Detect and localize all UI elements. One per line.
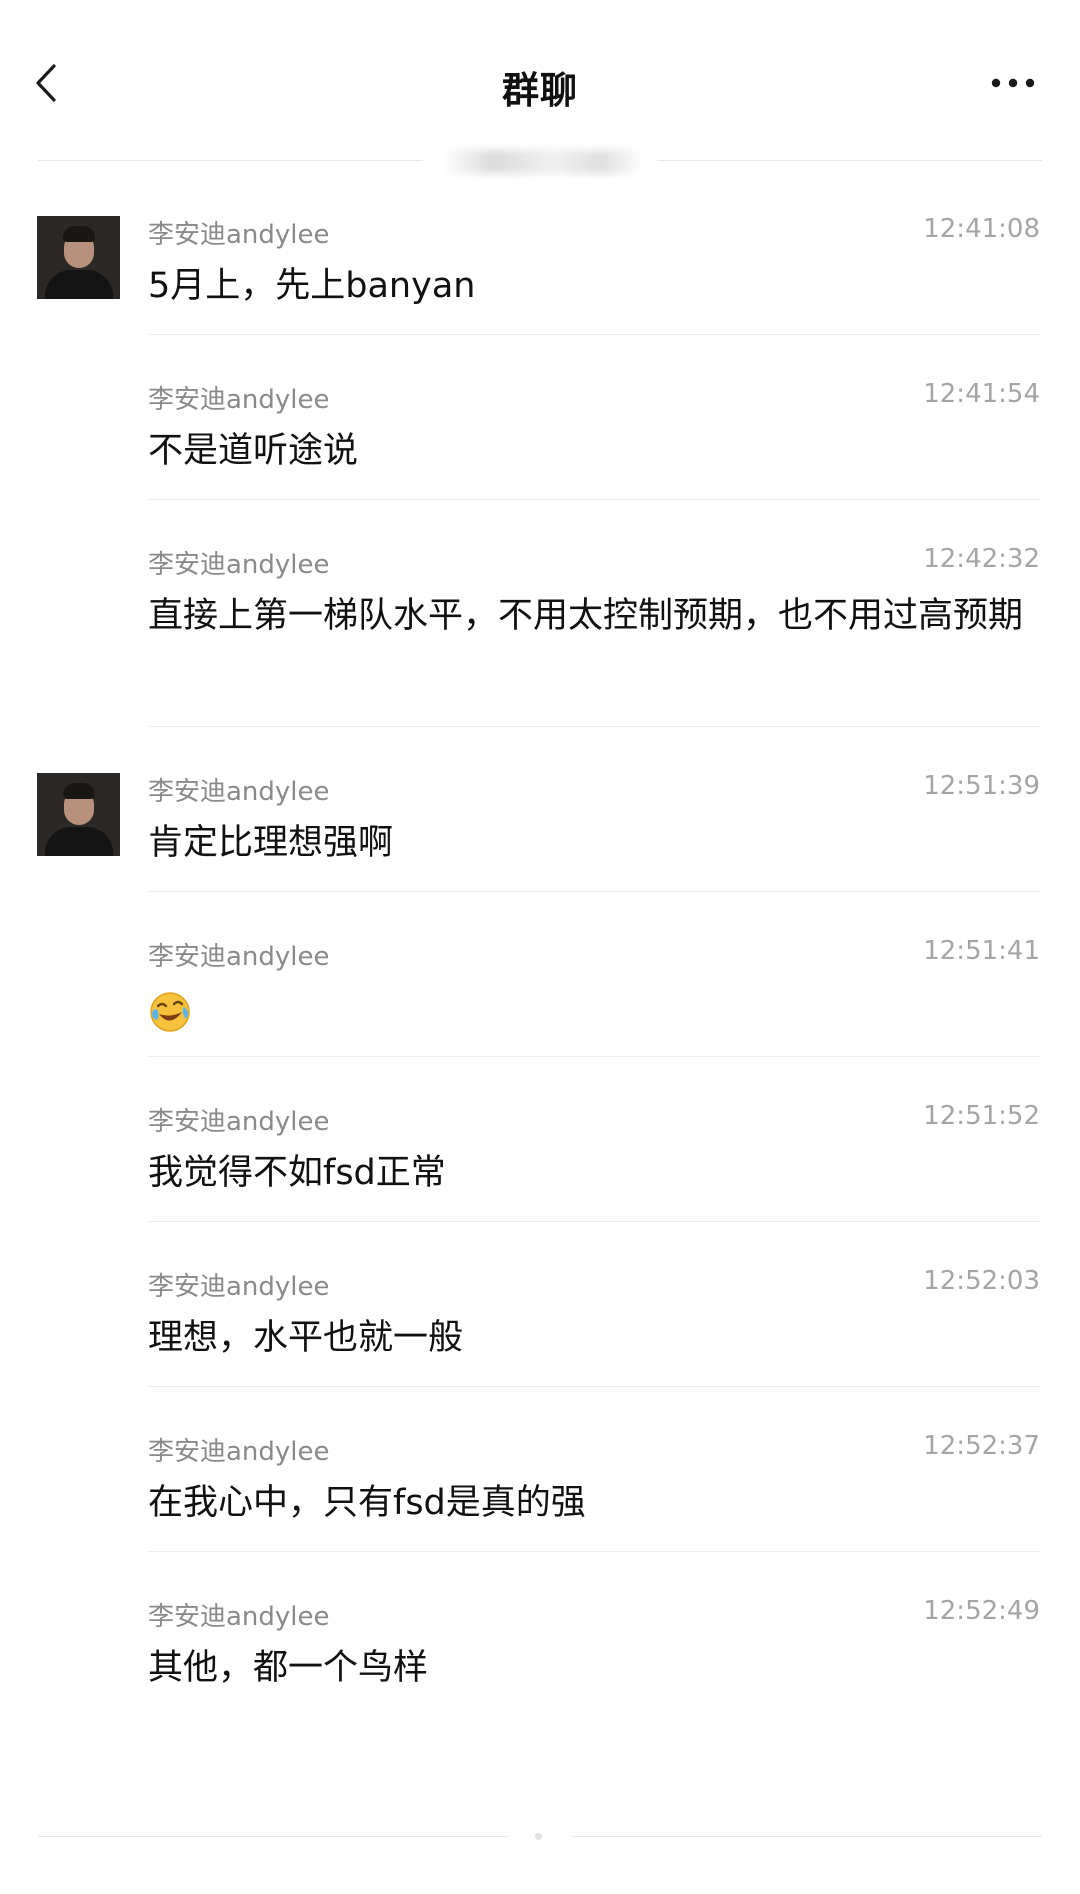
divider-line-left <box>38 1836 508 1837</box>
sender-name[interactable]: 李安迪andylee <box>148 1266 330 1303</box>
avatar[interactable] <box>37 773 120 856</box>
sender-name[interactable]: 李安迪andylee <box>148 379 330 416</box>
message-item[interactable]: 李安迪andylee 12:52:37 在我心中，只有fsd是真的强 <box>0 1387 1080 1551</box>
message-list[interactable]: 李安迪andylee 12:41:08 5月上，先上banyan 李安迪andy… <box>0 210 1080 1716</box>
divider-line-right <box>657 160 1042 161</box>
sender-name[interactable]: 李安迪andylee <box>148 1431 330 1468</box>
message-item[interactable]: 李安迪andylee 12:41:54 不是道听途说 <box>0 335 1080 499</box>
message-item[interactable]: 李安迪andylee 12:41:08 5月上，先上banyan <box>0 210 1080 334</box>
message-text: 肯定比理想强啊 <box>148 823 394 863</box>
more-options-button[interactable] <box>988 68 1038 98</box>
top-bar: 群聊 <box>0 0 1080 160</box>
message-item[interactable]: 李安迪andylee 12:51:39 肯定比理想强啊 <box>0 727 1080 891</box>
divider-line-left <box>38 160 423 161</box>
message-text <box>148 980 1040 1034</box>
message-time: 12:52:49 <box>923 1596 1040 1626</box>
more-horizontal-icon <box>991 78 1035 88</box>
message-time: 12:41:54 <box>923 379 1040 409</box>
message-item[interactable]: 李安迪andylee 12:42:32 直接上第一梯队水平，不用太控制预期，也不… <box>0 500 1080 726</box>
message-text: 5月上，先上banyan <box>148 266 476 306</box>
sender-name[interactable]: 李安迪andylee <box>148 936 330 973</box>
sender-name[interactable]: 李安迪andylee <box>148 771 330 808</box>
message-text: 直接上第一梯队水平，不用太控制预期，也不用过高预期 <box>148 596 1024 636</box>
sender-name[interactable]: 李安迪andylee <box>148 1596 330 1633</box>
message-time: 12:51:41 <box>923 936 1040 966</box>
message-item[interactable]: 李安迪andylee 12:51:41 <box>0 892 1080 1056</box>
footer-divider <box>38 1833 1042 1840</box>
message-text: 在我心中，只有fsd是真的强 <box>148 1483 586 1523</box>
sender-name[interactable]: 李安迪andylee <box>148 544 330 581</box>
laughing-tears-emoji-icon <box>150 992 190 1032</box>
message-item[interactable]: 李安迪andylee 12:52:49 其他，都一个鸟样 <box>0 1552 1080 1716</box>
message-text: 不是道听途说 <box>148 431 359 471</box>
avatar[interactable] <box>37 216 120 299</box>
divider-dot <box>535 1833 542 1840</box>
message-text: 其他，都一个鸟样 <box>148 1648 429 1688</box>
message-text: 我觉得不如fsd正常 <box>148 1153 446 1193</box>
message-text: 理想，水平也就一般 <box>148 1318 464 1358</box>
message-item[interactable]: 李安迪andylee 12:51:52 我觉得不如fsd正常 <box>0 1057 1080 1221</box>
header-divider <box>38 150 1042 174</box>
message-time: 12:52:03 <box>923 1266 1040 1296</box>
page-title: 群聊 <box>502 69 578 112</box>
sender-name[interactable]: 李安迪andylee <box>148 214 330 251</box>
sender-name[interactable]: 李安迪andylee <box>148 1101 330 1138</box>
divider-line-right <box>572 1836 1042 1837</box>
message-item[interactable]: 李安迪andylee 12:52:03 理想，水平也就一般 <box>0 1222 1080 1386</box>
blurred-redaction <box>443 150 643 174</box>
message-time: 12:51:39 <box>923 771 1040 801</box>
message-time: 12:51:52 <box>923 1101 1040 1131</box>
message-time: 12:52:37 <box>923 1431 1040 1461</box>
message-time: 12:42:32 <box>923 544 1040 574</box>
message-time: 12:41:08 <box>923 214 1040 244</box>
